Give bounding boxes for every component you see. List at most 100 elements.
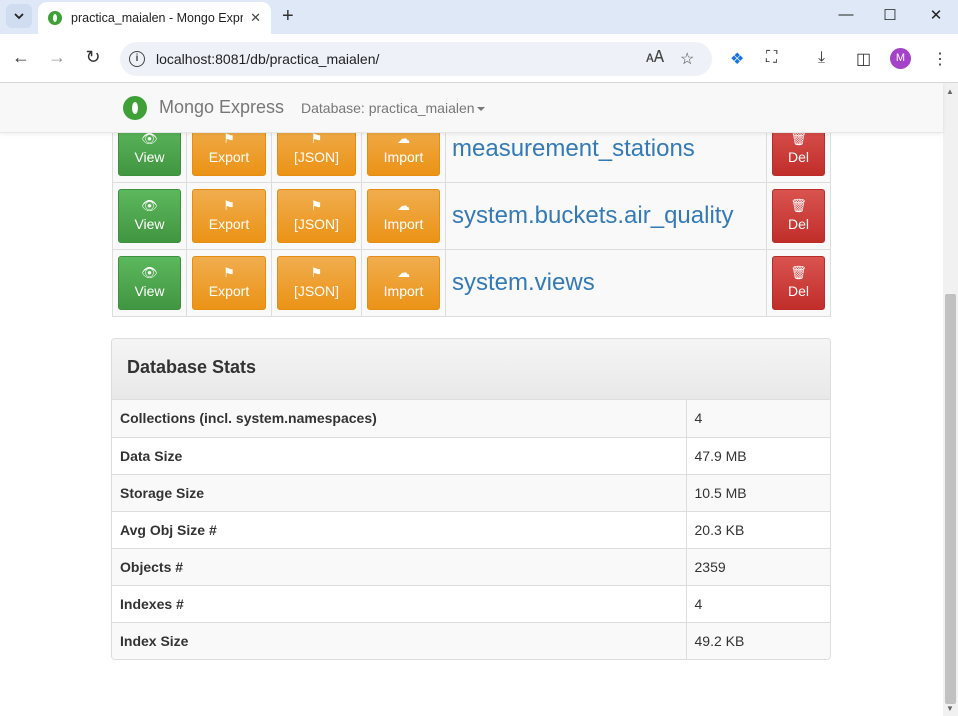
translate-icon[interactable]: 🗚 xyxy=(646,49,664,67)
stats-row: Indexes #4 xyxy=(112,584,830,622)
collection-cell: ⚑ [JSON] xyxy=(271,249,362,317)
collection-cell: ☁ Import xyxy=(361,249,446,317)
stat-value: 10.5 MB xyxy=(686,473,830,511)
collection-link[interactable]: system.views xyxy=(452,269,595,296)
del-button-label: Del xyxy=(787,283,809,299)
collection-row: 👁 View ⚑ Export ⚑ [JSON] ☁ Import system.buckets… xyxy=(112,182,831,250)
bookmark-star-icon[interactable]: ☆ xyxy=(680,49,694,69)
json-export-icon: ⚑ xyxy=(310,265,323,280)
stat-value: 4 xyxy=(686,400,830,437)
del-button-label: Del xyxy=(787,149,809,165)
stat-label: Avg Obj Size # xyxy=(112,510,687,548)
eye-icon: 👁 xyxy=(141,198,158,213)
collection-cell: ⚑ Export xyxy=(186,182,272,250)
view-button-label: View xyxy=(134,149,165,165)
menu-kebab-icon[interactable]: ⋮ xyxy=(932,49,948,69)
tab-title: practica_maialen - Mongo Expr xyxy=(71,11,243,25)
app-navbar: Mongo Express Database: practica_maialen xyxy=(0,83,943,133)
collection-name-cell: system.views xyxy=(445,249,767,317)
eye-icon: 👁 xyxy=(141,265,158,280)
import-button-label: Import xyxy=(383,149,424,165)
export-button[interactable]: ⚑ Export xyxy=(192,189,266,243)
stat-label: Storage Size xyxy=(112,473,687,511)
profile-avatar[interactable]: M xyxy=(890,48,911,69)
database-stats-panel: Database Stats Collections (incl. system… xyxy=(111,338,831,660)
tab-strip: practica_maialen - Mongo Expr ✕ + — ☐ ✕ xyxy=(0,0,958,34)
stat-label: Indexes # xyxy=(112,584,687,622)
trash-icon: 🗑 xyxy=(790,198,807,213)
stat-value: 2359 xyxy=(686,547,830,585)
side-panel-icon[interactable]: ◫ xyxy=(856,49,871,69)
brand-link[interactable]: Mongo Express xyxy=(159,97,284,118)
json-button-label: [JSON] xyxy=(293,149,340,165)
collection-row: 👁 View ⚑ Export ⚑ [JSON] ☁ Import system.views 🗑 D… xyxy=(112,249,831,317)
minimize-button[interactable]: — xyxy=(836,6,856,23)
scroll-down-arrow-icon[interactable]: ▼ xyxy=(946,704,954,713)
scroll-up-arrow-icon[interactable]: ▲ xyxy=(946,87,954,96)
export-icon: ⚑ xyxy=(223,265,235,280)
json-button[interactable]: ⚑ [JSON] xyxy=(277,189,356,243)
del-button[interactable]: 🗑 Del xyxy=(772,189,825,243)
back-arrow-icon[interactable]: ← xyxy=(10,47,32,68)
database-dropdown-label: Database: practica_maialen xyxy=(301,100,475,116)
view-button[interactable]: 👁 View xyxy=(118,189,181,243)
mongo-leaf-icon xyxy=(123,96,147,120)
import-button-label: Import xyxy=(383,283,424,299)
export-button-label: Export xyxy=(208,283,250,299)
json-button-label: [JSON] xyxy=(293,216,340,232)
tab-close-icon[interactable]: ✕ xyxy=(250,10,261,26)
collection-link[interactable]: system.buckets.air_quality xyxy=(452,202,733,229)
page-viewport: Mongo Express Database: practica_maialen… xyxy=(0,83,958,716)
page-scrollbar[interactable]: ▲ ▼ xyxy=(943,83,958,716)
scroll-thumb[interactable] xyxy=(945,294,956,704)
extension-globe-icon[interactable]: ❖ xyxy=(730,49,744,69)
download-icon[interactable]: ⤓ xyxy=(818,49,825,67)
tab-search-button[interactable] xyxy=(6,4,32,28)
view-button[interactable]: 👁 View xyxy=(118,256,181,310)
collections-table: 👁 View ⚑ Export ⚑ [JSON] ☁ Import measurement_st… xyxy=(112,115,831,317)
collection-name-cell: system.buckets.air_quality xyxy=(445,182,767,250)
stat-label: Index Size xyxy=(112,621,687,659)
import-button[interactable]: ☁ Import xyxy=(367,256,440,310)
stats-row: Objects #2359 xyxy=(112,547,830,585)
extensions-puzzle-icon[interactable]: ⛶ xyxy=(766,49,777,67)
cloud-upload-icon: ☁ xyxy=(397,198,410,213)
collection-cell: 👁 View xyxy=(112,182,187,250)
json-button-label: [JSON] xyxy=(293,283,340,299)
json-button[interactable]: ⚑ [JSON] xyxy=(277,256,356,310)
forward-arrow-icon[interactable]: → xyxy=(46,47,68,68)
collection-link[interactable]: measurement_stations xyxy=(452,135,695,162)
del-button-label: Del xyxy=(787,216,809,232)
mongo-favicon-icon xyxy=(48,11,62,25)
window-close-button[interactable]: ✕ xyxy=(926,6,946,24)
trash-icon: 🗑 xyxy=(790,131,807,146)
reload-icon[interactable]: ↻ xyxy=(82,47,104,68)
browser-tab[interactable]: practica_maialen - Mongo Expr ✕ xyxy=(38,2,271,34)
collection-cell: ☁ Import xyxy=(361,182,446,250)
site-info-icon[interactable]: i xyxy=(129,51,145,67)
database-dropdown[interactable]: Database: practica_maialen xyxy=(301,100,485,116)
view-button-label: View xyxy=(134,283,165,299)
collection-cell: 🗑 Del xyxy=(766,182,831,250)
stat-value: 4 xyxy=(686,584,830,622)
stats-row: Index Size 49.2 KB xyxy=(112,621,830,659)
del-button[interactable]: 🗑 Del xyxy=(772,256,825,310)
stats-table: Collections (incl. system.namespaces) 4 Da… xyxy=(112,400,830,659)
stat-value: 20.3 KB xyxy=(686,510,830,548)
import-button[interactable]: ☁ Import xyxy=(367,189,440,243)
trash-icon: 🗑 xyxy=(790,265,807,280)
json-export-icon: ⚑ xyxy=(310,198,323,213)
address-url[interactable]: localhost:8081/db/practica_maialen/ xyxy=(156,51,379,67)
stats-row: Data Size 47.9 MB xyxy=(112,436,830,474)
export-button[interactable]: ⚑ Export xyxy=(192,256,266,310)
json-export-icon: ⚑ xyxy=(310,131,323,146)
address-bar[interactable]: i localhost:8081/db/practica_maialen/ 🗚 … xyxy=(120,42,712,76)
maximize-button[interactable]: ☐ xyxy=(880,6,900,24)
new-tab-button[interactable]: + xyxy=(282,5,294,28)
cloud-upload-icon: ☁ xyxy=(397,265,410,280)
chevron-down-icon xyxy=(14,12,24,19)
eye-icon: 👁 xyxy=(141,131,158,146)
collection-cell: ⚑ [JSON] xyxy=(271,182,362,250)
collection-cell: 👁 View xyxy=(112,249,187,317)
browser-chrome: practica_maialen - Mongo Expr ✕ + — ☐ ✕ … xyxy=(0,0,958,83)
